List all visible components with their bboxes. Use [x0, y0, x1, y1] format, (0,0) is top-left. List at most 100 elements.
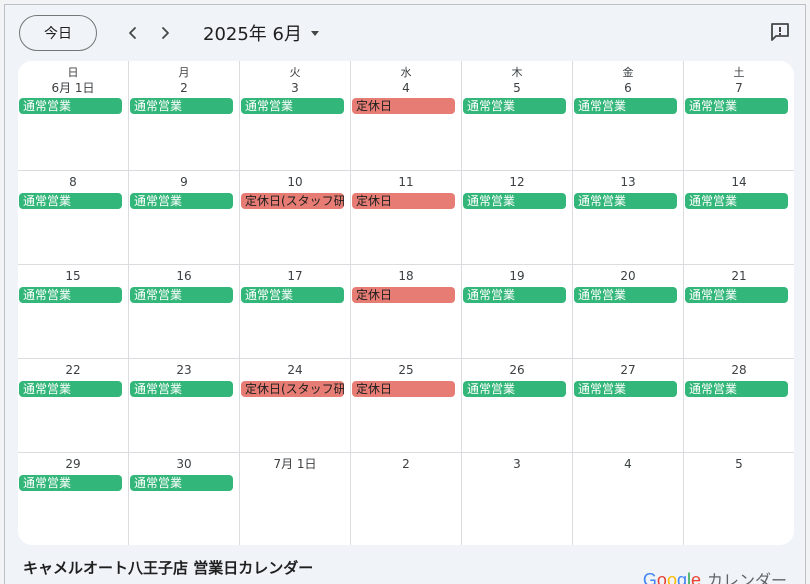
day-number[interactable]: 16	[129, 269, 239, 283]
day-number[interactable]: 19	[462, 269, 572, 283]
day-number[interactable]: 24	[240, 363, 350, 377]
day-cell[interactable]: 5	[684, 453, 794, 545]
day-cell[interactable]: 火 3 通常営業	[240, 61, 351, 171]
day-cell[interactable]: 11 定休日	[351, 171, 462, 265]
day-cell[interactable]: 20 通常営業	[573, 265, 684, 359]
day-number[interactable]: 28	[684, 363, 794, 377]
business-day-event[interactable]: 通常営業	[463, 193, 566, 209]
closed-day-event[interactable]: 定休日(スタッフ研修)	[241, 193, 344, 209]
day-cell[interactable]: 9 通常営業	[129, 171, 240, 265]
next-month-button[interactable]	[151, 19, 179, 47]
month-selector[interactable]: 2025年 6月	[203, 19, 320, 47]
closed-day-event[interactable]: 定休日	[352, 381, 455, 397]
day-cell[interactable]: 29 通常営業	[18, 453, 129, 545]
day-number[interactable]: 4	[573, 457, 683, 471]
business-day-event[interactable]: 通常営業	[130, 381, 233, 397]
business-day-event[interactable]: 通常営業	[685, 98, 788, 114]
day-cell[interactable]: 4	[573, 453, 684, 545]
day-number[interactable]: 7月 1日	[240, 457, 350, 471]
day-number[interactable]: 3	[462, 457, 572, 471]
business-day-event[interactable]: 通常営業	[574, 287, 677, 303]
day-number[interactable]: 25	[351, 363, 461, 377]
business-day-event[interactable]: 通常営業	[19, 381, 122, 397]
day-cell[interactable]: 金 6 通常営業	[573, 61, 684, 171]
day-cell[interactable]: 日 6月 1日 通常営業	[18, 61, 129, 171]
day-cell[interactable]: 木 5 通常営業	[462, 61, 573, 171]
day-number[interactable]: 27	[573, 363, 683, 377]
closed-day-event[interactable]: 定休日	[352, 287, 455, 303]
day-cell[interactable]: 16 通常営業	[129, 265, 240, 359]
day-cell[interactable]: 12 通常営業	[462, 171, 573, 265]
business-day-event[interactable]: 通常営業	[574, 193, 677, 209]
business-day-event[interactable]: 通常営業	[685, 193, 788, 209]
business-day-event[interactable]: 通常営業	[574, 98, 677, 114]
day-number[interactable]: 6月 1日	[18, 81, 128, 95]
day-number[interactable]: 29	[18, 457, 128, 471]
day-cell[interactable]: 2	[351, 453, 462, 545]
business-day-event[interactable]: 通常営業	[130, 287, 233, 303]
day-cell[interactable]: 21 通常営業	[684, 265, 794, 359]
business-day-event[interactable]: 通常営業	[130, 193, 233, 209]
day-number[interactable]: 26	[462, 363, 572, 377]
day-cell[interactable]: 28 通常営業	[684, 359, 794, 453]
business-day-event[interactable]: 通常営業	[463, 98, 566, 114]
day-number[interactable]: 2	[351, 457, 461, 471]
day-number[interactable]: 5	[462, 81, 572, 95]
day-number[interactable]: 4	[351, 81, 461, 95]
business-day-event[interactable]: 通常営業	[463, 287, 566, 303]
business-day-event[interactable]: 通常営業	[19, 98, 122, 114]
day-cell[interactable]: 10 定休日(スタッフ研修)	[240, 171, 351, 265]
day-number[interactable]: 6	[573, 81, 683, 95]
day-cell[interactable]: 13 通常営業	[573, 171, 684, 265]
day-cell[interactable]: 25 定休日	[351, 359, 462, 453]
day-number[interactable]: 30	[129, 457, 239, 471]
day-cell[interactable]: 24 定休日(スタッフ研修)	[240, 359, 351, 453]
day-number[interactable]: 8	[18, 175, 128, 189]
day-cell[interactable]: 3	[462, 453, 573, 545]
day-cell[interactable]: 8 通常営業	[18, 171, 129, 265]
day-cell[interactable]: 27 通常営業	[573, 359, 684, 453]
closed-day-event[interactable]: 定休日(スタッフ研修)	[241, 381, 344, 397]
day-cell[interactable]: 水 4 定休日	[351, 61, 462, 171]
day-cell[interactable]: 17 通常営業	[240, 265, 351, 359]
day-cell[interactable]: 15 通常営業	[18, 265, 129, 359]
day-cell[interactable]: 30 通常営業	[129, 453, 240, 545]
day-cell[interactable]: 18 定休日	[351, 265, 462, 359]
closed-day-event[interactable]: 定休日	[352, 98, 455, 114]
day-cell[interactable]: 14 通常営業	[684, 171, 794, 265]
day-number[interactable]: 22	[18, 363, 128, 377]
day-number[interactable]: 21	[684, 269, 794, 283]
business-day-event[interactable]: 通常営業	[241, 98, 344, 114]
business-day-event[interactable]: 通常営業	[19, 287, 122, 303]
business-day-event[interactable]: 通常営業	[130, 475, 233, 491]
day-number[interactable]: 9	[129, 175, 239, 189]
day-cell[interactable]: 土 7 通常営業	[684, 61, 794, 171]
day-number[interactable]: 15	[18, 269, 128, 283]
feedback-icon[interactable]	[769, 21, 791, 43]
day-cell[interactable]: 22 通常営業	[18, 359, 129, 453]
google-calendar-link[interactable]: Google カレンダー	[643, 567, 787, 584]
business-day-event[interactable]: 通常営業	[463, 381, 566, 397]
day-number[interactable]: 17	[240, 269, 350, 283]
closed-day-event[interactable]: 定休日	[352, 193, 455, 209]
day-number[interactable]: 12	[462, 175, 572, 189]
day-number[interactable]: 5	[684, 457, 794, 471]
day-number[interactable]: 7	[684, 81, 794, 95]
day-number[interactable]: 2	[129, 81, 239, 95]
day-cell[interactable]: 19 通常営業	[462, 265, 573, 359]
business-day-event[interactable]: 通常営業	[241, 287, 344, 303]
day-cell[interactable]: 月 2 通常営業	[129, 61, 240, 171]
business-day-event[interactable]: 通常営業	[685, 287, 788, 303]
business-day-event[interactable]: 通常営業	[685, 381, 788, 397]
day-cell[interactable]: 23 通常営業	[129, 359, 240, 453]
business-day-event[interactable]: 通常営業	[19, 475, 122, 491]
day-number[interactable]: 18	[351, 269, 461, 283]
day-number[interactable]: 20	[573, 269, 683, 283]
day-number[interactable]: 10	[240, 175, 350, 189]
today-button[interactable]: 今日	[19, 15, 97, 51]
prev-month-button[interactable]	[119, 19, 147, 47]
day-number[interactable]: 11	[351, 175, 461, 189]
day-number[interactable]: 3	[240, 81, 350, 95]
business-day-event[interactable]: 通常営業	[19, 193, 122, 209]
day-number[interactable]: 13	[573, 175, 683, 189]
